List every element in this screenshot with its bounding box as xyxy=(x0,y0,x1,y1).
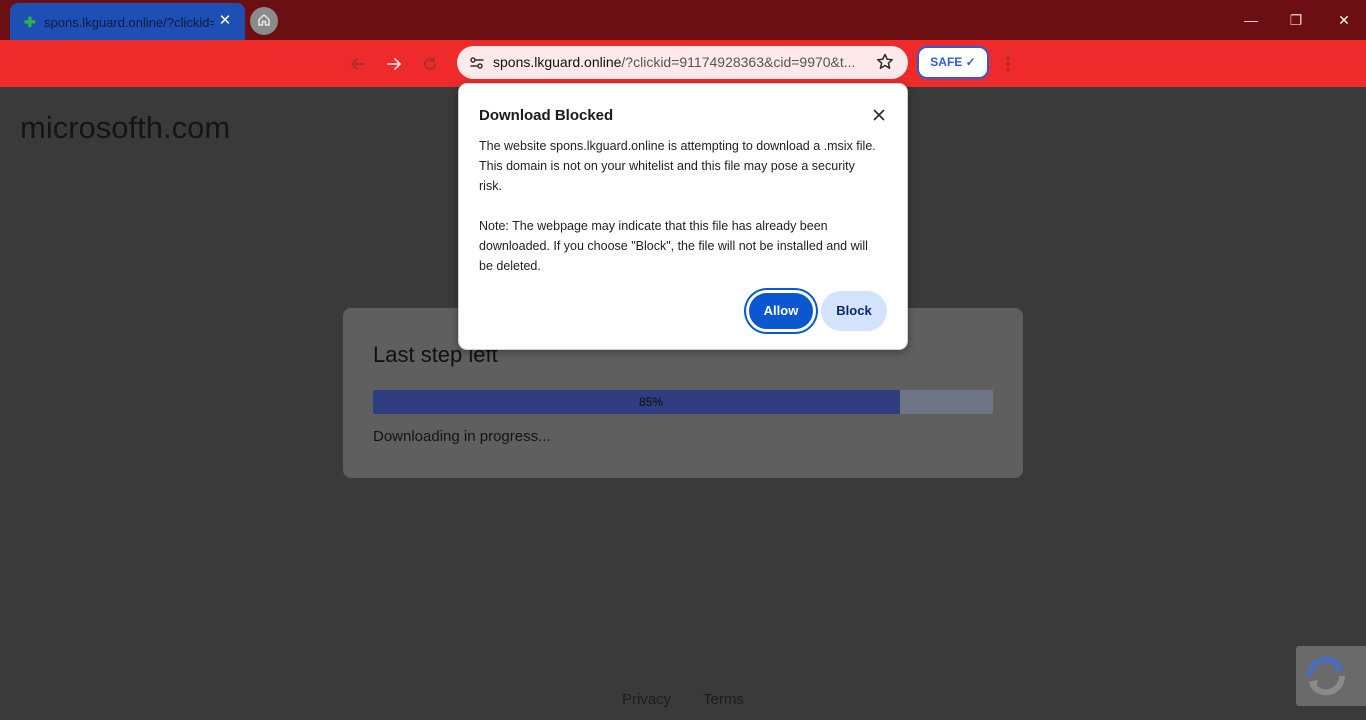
back-button[interactable] xyxy=(346,52,370,76)
allow-button[interactable]: Allow xyxy=(746,290,816,332)
terms-link[interactable]: Terms xyxy=(703,691,744,708)
close-icon xyxy=(873,109,885,121)
dialog-close-button[interactable] xyxy=(869,105,889,125)
address-bar[interactable]: spons.lkguard.online/?clickid=9117492836… xyxy=(457,46,908,79)
bookmark-button[interactable] xyxy=(875,52,895,72)
active-tab[interactable]: ✚ spons.lkguard.online/?clickid=9 ✕ xyxy=(10,3,245,40)
site-info-icon xyxy=(470,57,484,69)
block-button[interactable]: Block xyxy=(821,291,887,331)
forward-button[interactable] xyxy=(382,52,406,76)
privacy-link[interactable]: Privacy xyxy=(622,691,671,708)
forward-arrow-icon xyxy=(387,58,401,70)
url-host: spons.lkguard.online xyxy=(493,54,622,70)
reload-button[interactable] xyxy=(418,52,442,76)
tab-title: spons.lkguard.online/?clickid=9 xyxy=(44,15,214,30)
bookmark-star-icon xyxy=(876,53,894,69)
home-icon xyxy=(258,14,270,26)
window-close-button[interactable]: ✕ xyxy=(1329,8,1359,32)
browser-toolbar: spons.lkguard.online/?clickid=9117492836… xyxy=(0,40,1366,87)
reload-icon xyxy=(424,56,436,70)
download-status: Downloading in progress... xyxy=(373,428,551,445)
url-text[interactable]: spons.lkguard.online/?clickid=9117492836… xyxy=(493,54,863,70)
safe-extension-button[interactable]: SAFE ✓ xyxy=(917,46,989,79)
recaptcha-badge[interactable] xyxy=(1296,646,1366,706)
tab-close-icon[interactable]: ✕ xyxy=(215,11,235,31)
download-blocked-dialog: Download Blocked The website spons.lkgua… xyxy=(458,83,908,350)
dialog-body: The website spons.lkguard.online is atte… xyxy=(479,136,879,276)
dialog-note: Note: The webpage may indicate that this… xyxy=(479,219,868,273)
site-name: microsofth.com xyxy=(20,110,231,145)
back-arrow-icon xyxy=(351,58,365,70)
download-progress-bar: 85% xyxy=(373,390,993,414)
site-info-button[interactable] xyxy=(465,51,489,75)
recaptcha-icon xyxy=(1306,656,1346,696)
tab-favicon-icon: ✚ xyxy=(24,14,36,30)
browser-menu-button[interactable] xyxy=(1000,52,1016,76)
home-button[interactable] xyxy=(250,7,278,35)
kebab-menu-icon xyxy=(1006,56,1010,72)
tab-strip: ✚ spons.lkguard.online/?clickid=9 ✕ — ❐ … xyxy=(0,0,1366,40)
restore-button[interactable]: ❐ xyxy=(1281,8,1311,32)
dialog-title: Download Blocked xyxy=(479,107,614,124)
dialog-message: The website spons.lkguard.online is atte… xyxy=(479,139,876,193)
url-path: /?clickid=91174928363&cid=9970&t... xyxy=(621,54,856,70)
progress-label: 85% xyxy=(638,395,664,409)
minimize-button[interactable]: — xyxy=(1236,8,1266,32)
